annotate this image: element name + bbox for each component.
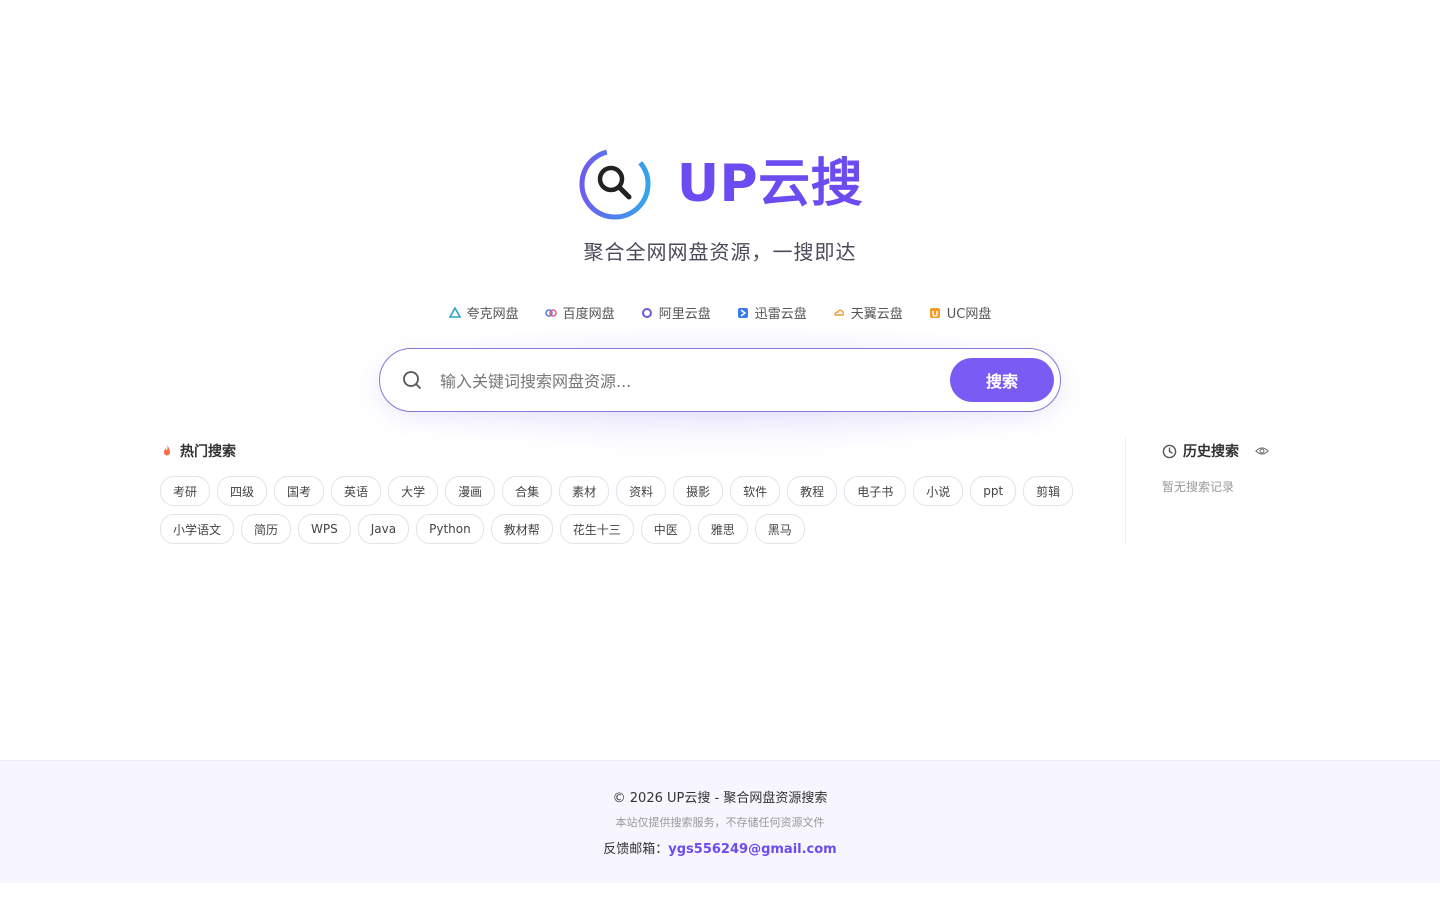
clock-icon <box>1162 444 1177 458</box>
tagline: 聚合全网网盘资源，一搜即达 <box>583 240 857 264</box>
baidu-icon <box>544 308 557 317</box>
hot-tag[interactable]: 大学 <box>388 476 439 506</box>
hot-tag[interactable]: 考研 <box>160 476 211 506</box>
footer-mail-label: 反馈邮箱： <box>603 842 669 857</box>
footer-mail-link[interactable]: ygs556249@gmail.com <box>668 842 836 857</box>
hot-tag[interactable]: Python <box>416 514 484 544</box>
hot-tag[interactable]: 花生十三 <box>559 514 634 544</box>
hot-tag[interactable]: ppt <box>970 476 1017 506</box>
hot-tag[interactable]: 小说 <box>913 476 964 506</box>
hot-tag[interactable]: 四级 <box>217 476 268 506</box>
eye-icon[interactable] <box>1255 444 1269 458</box>
logo-search-icon <box>579 148 651 220</box>
hot-tag[interactable]: 软件 <box>730 476 781 506</box>
hot-tag[interactable]: WPS <box>298 514 351 544</box>
footer-mail: 反馈邮箱：ygs556249@gmail.com <box>0 838 1440 857</box>
hot-search-section: 热门搜索 考研 四级 国考 英语 大学 漫画 合集 素材 资料 摄影 软件 教程 电子书 小说 ppt 剪辑小… <box>160 440 1080 544</box>
hot-tag-list: 考研 四级 国考 英语 大学 漫画 合集 素材 资料 摄影 软件 教程 电子书 小说 ppt 剪辑小学语文 简历… <box>160 476 1080 544</box>
search-icon <box>403 371 421 389</box>
hot-tag[interactable]: 雅思 <box>697 514 748 544</box>
history-title: 历史搜索 <box>1183 444 1239 460</box>
quark-icon <box>448 306 461 318</box>
hot-tag[interactable]: 国考 <box>274 476 325 506</box>
section-divider <box>1125 438 1126 544</box>
search-bar: 搜索 <box>379 348 1061 412</box>
hot-tag[interactable]: 漫画 <box>445 476 496 506</box>
hot-tag[interactable]: 简历 <box>241 514 292 544</box>
hot-tag[interactable]: 摄影 <box>673 476 724 506</box>
hot-tag[interactable]: 黑马 <box>754 514 805 544</box>
logo: UP云搜 <box>0 146 1440 222</box>
tianyi-icon <box>834 309 844 316</box>
hot-tag[interactable]: 电子书 <box>844 476 907 506</box>
hot-tag[interactable]: Java <box>357 514 410 544</box>
history-section: 历史搜索 暂无搜索记录 <box>1162 440 1362 495</box>
hot-tag[interactable]: 素材 <box>559 476 610 506</box>
history-empty-text: 暂无搜索记录 <box>1162 480 1235 494</box>
hot-tag[interactable]: 教材帮 <box>490 514 553 544</box>
history-header: 历史搜索 <box>1162 440 1362 462</box>
hot-tag[interactable]: 合集 <box>502 476 553 506</box>
hot-tag[interactable]: 英语 <box>331 476 382 506</box>
logo-title: UP云搜 <box>676 154 864 214</box>
xunlei-icon <box>737 307 748 318</box>
hot-search-header: 热门搜索 <box>160 440 1080 462</box>
footer: © 2026 UP云搜 - 聚合网盘资源搜索 本站仅提供搜索服务，不存储任何资源… <box>0 760 1440 883</box>
hot-tag[interactable]: 教程 <box>787 476 838 506</box>
hot-tag[interactable]: 中医 <box>640 514 691 544</box>
uc-icon <box>929 307 940 318</box>
hot-search-title: 热门搜索 <box>180 444 236 460</box>
hot-tag[interactable]: 资料 <box>616 476 667 506</box>
search-input[interactable] <box>438 363 922 399</box>
hot-tag[interactable]: 小学语文 <box>160 514 235 544</box>
aliyun-icon <box>641 307 652 318</box>
search-button[interactable]: 搜索 <box>950 358 1054 402</box>
hot-tag[interactable]: 剪辑 <box>1023 476 1074 506</box>
footer-copyright: © 2026 UP云搜 - 聚合网盘资源搜索 <box>612 791 828 806</box>
footer-note: 本站仅提供搜索服务，不存储任何资源文件 <box>615 816 825 829</box>
fire-icon <box>164 445 170 456</box>
